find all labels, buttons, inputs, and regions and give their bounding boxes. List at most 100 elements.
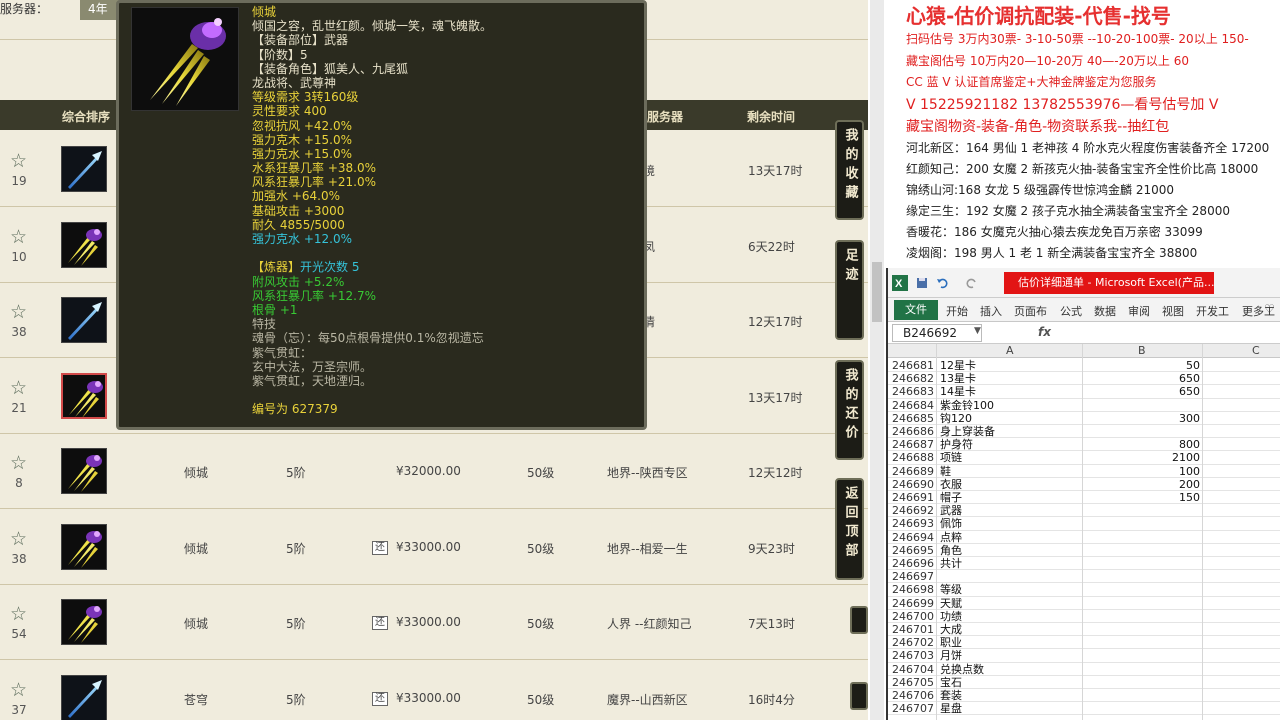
footprint-button[interactable]: 足迹 [835, 240, 864, 340]
cell-a[interactable]: 武器 [940, 504, 962, 517]
weapon-claw-icon[interactable] [61, 523, 107, 570]
column-header-b[interactable]: B [1138, 344, 1146, 357]
ribbon-tab[interactable]: 开发工 [1196, 303, 1229, 319]
save-icon[interactable] [916, 277, 928, 289]
sheet-row[interactable]: 246699 天赋 [888, 597, 1280, 610]
cell-b[interactable]: 2100 [1084, 451, 1200, 464]
cell-a[interactable]: 鞋 [940, 465, 951, 478]
sort-comprehensive[interactable]: 综合排序 [62, 108, 110, 125]
bargain-badge-icon[interactable]: 还 [372, 616, 388, 630]
back-to-top-button[interactable]: 返回顶部 [835, 478, 864, 580]
row-number[interactable]: 246694 [892, 531, 938, 544]
cell-b[interactable]: 650 [1084, 385, 1200, 398]
cell-b[interactable]: 650 [1084, 372, 1200, 385]
row-number[interactable]: 246683 [892, 385, 938, 398]
row-number[interactable]: 246696 [892, 557, 938, 570]
cell-a[interactable]: 14星卡 [940, 385, 976, 398]
row-number[interactable]: 246701 [892, 623, 938, 636]
column-header-a[interactable]: A [1006, 344, 1014, 357]
sheet-row[interactable]: 246684 紫金铃100 [888, 399, 1280, 412]
favorite-star-icon[interactable]: ☆ [10, 377, 27, 399]
partial-side-button[interactable] [850, 606, 868, 634]
sheet-row[interactable]: 246702 职业 [888, 636, 1280, 650]
name-box[interactable]: B246692 [892, 324, 982, 342]
sheet-row[interactable]: 246703 月饼 [888, 649, 1280, 663]
sheet-row[interactable]: 246686 身上穿装备 [888, 425, 1280, 439]
cell-a[interactable]: 佩饰 [940, 517, 962, 530]
row-number[interactable]: 246695 [892, 544, 938, 557]
weapon-claw-icon[interactable] [61, 599, 107, 645]
row-number[interactable]: 246703 [892, 649, 938, 662]
page-scrollbar[interactable] [870, 0, 884, 720]
cell-a[interactable]: 兑换点数 [940, 663, 984, 676]
row-number[interactable]: 246690 [892, 478, 938, 491]
bargain-badge-icon[interactable]: 还 [372, 691, 388, 706]
cell-b[interactable]: 200 [1084, 478, 1200, 491]
row-number[interactable]: 246689 [892, 465, 938, 478]
sheet-row[interactable]: 246695 角色 [888, 544, 1280, 557]
cell-b[interactable]: 100 [1084, 465, 1200, 478]
ribbon-tab[interactable]: 插入 [980, 303, 1002, 319]
listing-row[interactable]: ☆ 37 苍穹 5阶 还 ¥33000.00 50级 魔界--山西新区 16时4分 [0, 660, 868, 720]
row-number[interactable]: 246706 [892, 689, 938, 702]
sheet-row[interactable]: 246700 功绩 [888, 610, 1280, 623]
cell-b[interactable]: 800 [1084, 438, 1200, 451]
row-number[interactable]: 246707 [892, 702, 938, 715]
cell-a[interactable]: 护身符 [940, 438, 973, 451]
sheet-row[interactable]: 246701 大成 [888, 623, 1280, 637]
cell-a[interactable]: 大成 [940, 623, 962, 636]
sheet-row[interactable]: 246687 护身符 800 [888, 438, 1280, 452]
ribbon-tab[interactable]: 审阅 [1128, 303, 1150, 319]
ribbon-tab[interactable]: 页面布 [1014, 303, 1047, 319]
weapon-claw-icon[interactable] [61, 372, 107, 419]
cell-a[interactable]: 宝石 [940, 676, 962, 689]
cell-a[interactable]: 13星卡 [940, 372, 976, 385]
bargain-badge-icon[interactable]: 还 [372, 540, 388, 555]
sheet-row[interactable]: 246693 佩饰 [888, 517, 1280, 531]
ribbon-tab[interactable]: 公式 [1060, 303, 1082, 319]
undo-icon[interactable] [936, 277, 948, 289]
my-favorites-button[interactable]: 我的收藏 [835, 120, 864, 220]
help-icon[interactable]: ♡ [1264, 302, 1275, 316]
cell-a[interactable]: 功绩 [940, 610, 962, 623]
cell-b[interactable]: 50 [1084, 359, 1200, 372]
cell-a[interactable]: 职业 [940, 636, 962, 649]
sheet-row[interactable]: 246685 钩120 300 [888, 412, 1280, 425]
cell-b[interactable]: 150 [1084, 491, 1200, 504]
row-number[interactable]: 246682 [892, 372, 938, 385]
sheet-row[interactable]: 246698 等级 [888, 583, 1280, 597]
favorite-star-icon[interactable]: ☆ [10, 150, 27, 172]
listing-row[interactable]: ☆ 38 倾城 5阶 还 ¥33000.00 50级 地界--相爱一生 9天23时 [0, 509, 868, 585]
ribbon-tab[interactable]: 视图 [1162, 303, 1184, 319]
column-header-c[interactable]: C [1252, 344, 1260, 357]
favorite-star-icon[interactable]: ☆ [10, 679, 27, 701]
cell-a[interactable]: 共计 [940, 557, 962, 570]
listing-row[interactable]: ☆ 54 倾城 5阶 还 ¥33000.00 50级 人界 --红颜知己 7天13时 [0, 585, 868, 660]
sheet-row[interactable]: 246705 宝石 [888, 676, 1280, 689]
cell-a[interactable]: 帽子 [940, 491, 962, 504]
sheet-row[interactable]: 246688 项链 2100 [888, 451, 1280, 465]
item-name[interactable]: 倾城 [184, 615, 208, 632]
sheet-row[interactable]: 246692 武器 [888, 504, 1280, 518]
cell-a[interactable]: 角色 [940, 544, 962, 557]
row-number[interactable]: 246691 [892, 491, 938, 504]
row-number[interactable]: 246705 [892, 676, 938, 689]
sheet-row[interactable]: 246704 兑换点数 [888, 663, 1280, 676]
row-number[interactable]: 246686 [892, 425, 938, 438]
sheet-row[interactable]: 246682 13星卡 650 [888, 372, 1280, 386]
weapon-spear-icon[interactable] [61, 674, 107, 720]
sheet-row[interactable]: 246696 共计 [888, 557, 1280, 571]
row-number[interactable]: 246700 [892, 610, 938, 623]
sheet-row[interactable]: 246706 套装 [888, 689, 1280, 703]
listing-row[interactable]: ☆ 8 倾城 5阶 ¥32000.00 50级 地界--陕西专区 12天12时 [0, 434, 868, 509]
favorite-star-icon[interactable]: ☆ [10, 226, 27, 248]
sheet-row[interactable]: 246689 鞋 100 [888, 465, 1280, 478]
row-number[interactable]: 246699 [892, 597, 938, 610]
row-number[interactable]: 246681 [892, 359, 938, 372]
cell-b[interactable]: 300 [1084, 412, 1200, 425]
fx-icon[interactable]: fx [1038, 325, 1051, 339]
cell-a[interactable]: 项链 [940, 451, 962, 464]
cell-a[interactable]: 紫金铃100 [940, 399, 994, 412]
item-name[interactable]: 倾城 [184, 540, 208, 557]
my-bargain-button[interactable]: 我的还价 [835, 360, 864, 460]
